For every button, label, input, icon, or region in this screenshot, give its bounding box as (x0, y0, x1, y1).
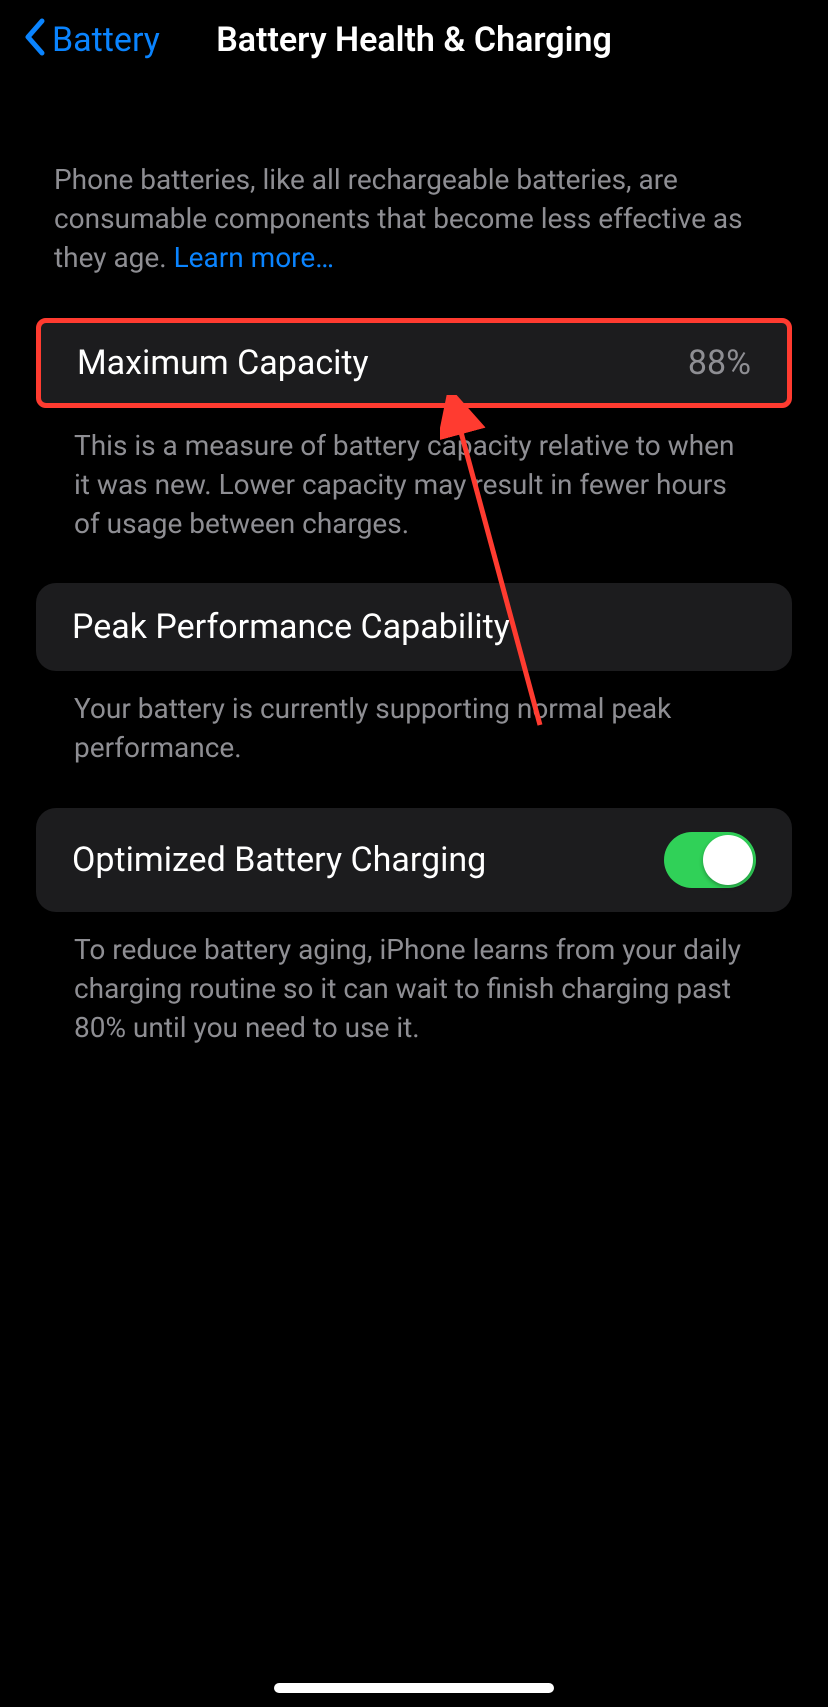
home-indicator[interactable] (274, 1683, 554, 1693)
optimized-charging-row: Optimized Battery Charging (36, 808, 792, 912)
peak-performance-label: Peak Performance Capability (72, 607, 510, 647)
optimized-charging-toggle[interactable] (664, 832, 756, 888)
toggle-knob (703, 835, 753, 885)
content-area: Phone batteries, like all rechargeable b… (0, 80, 828, 1087)
navigation-bar: Battery Battery Health & Charging (0, 0, 828, 80)
maximum-capacity-value: 88% (688, 343, 751, 383)
optimized-charging-label: Optimized Battery Charging (72, 840, 486, 880)
back-button[interactable]: Battery (22, 17, 160, 64)
chevron-left-icon (22, 17, 46, 64)
back-label: Battery (52, 20, 160, 60)
maximum-capacity-row[interactable]: Maximum Capacity 88% (36, 318, 792, 408)
intro-description: Phone batteries, like all rechargeable b… (0, 160, 828, 318)
optimized-charging-footer: To reduce battery aging, iPhone learns f… (0, 912, 828, 1088)
peak-performance-footer: Your battery is currently supporting nor… (0, 671, 828, 807)
intro-text: Phone batteries, like all rechargeable b… (54, 163, 743, 274)
peak-performance-row[interactable]: Peak Performance Capability (36, 583, 792, 671)
maximum-capacity-label: Maximum Capacity (77, 343, 369, 383)
learn-more-link[interactable]: Learn more… (174, 241, 334, 274)
maximum-capacity-footer: This is a measure of battery capacity re… (0, 408, 828, 584)
